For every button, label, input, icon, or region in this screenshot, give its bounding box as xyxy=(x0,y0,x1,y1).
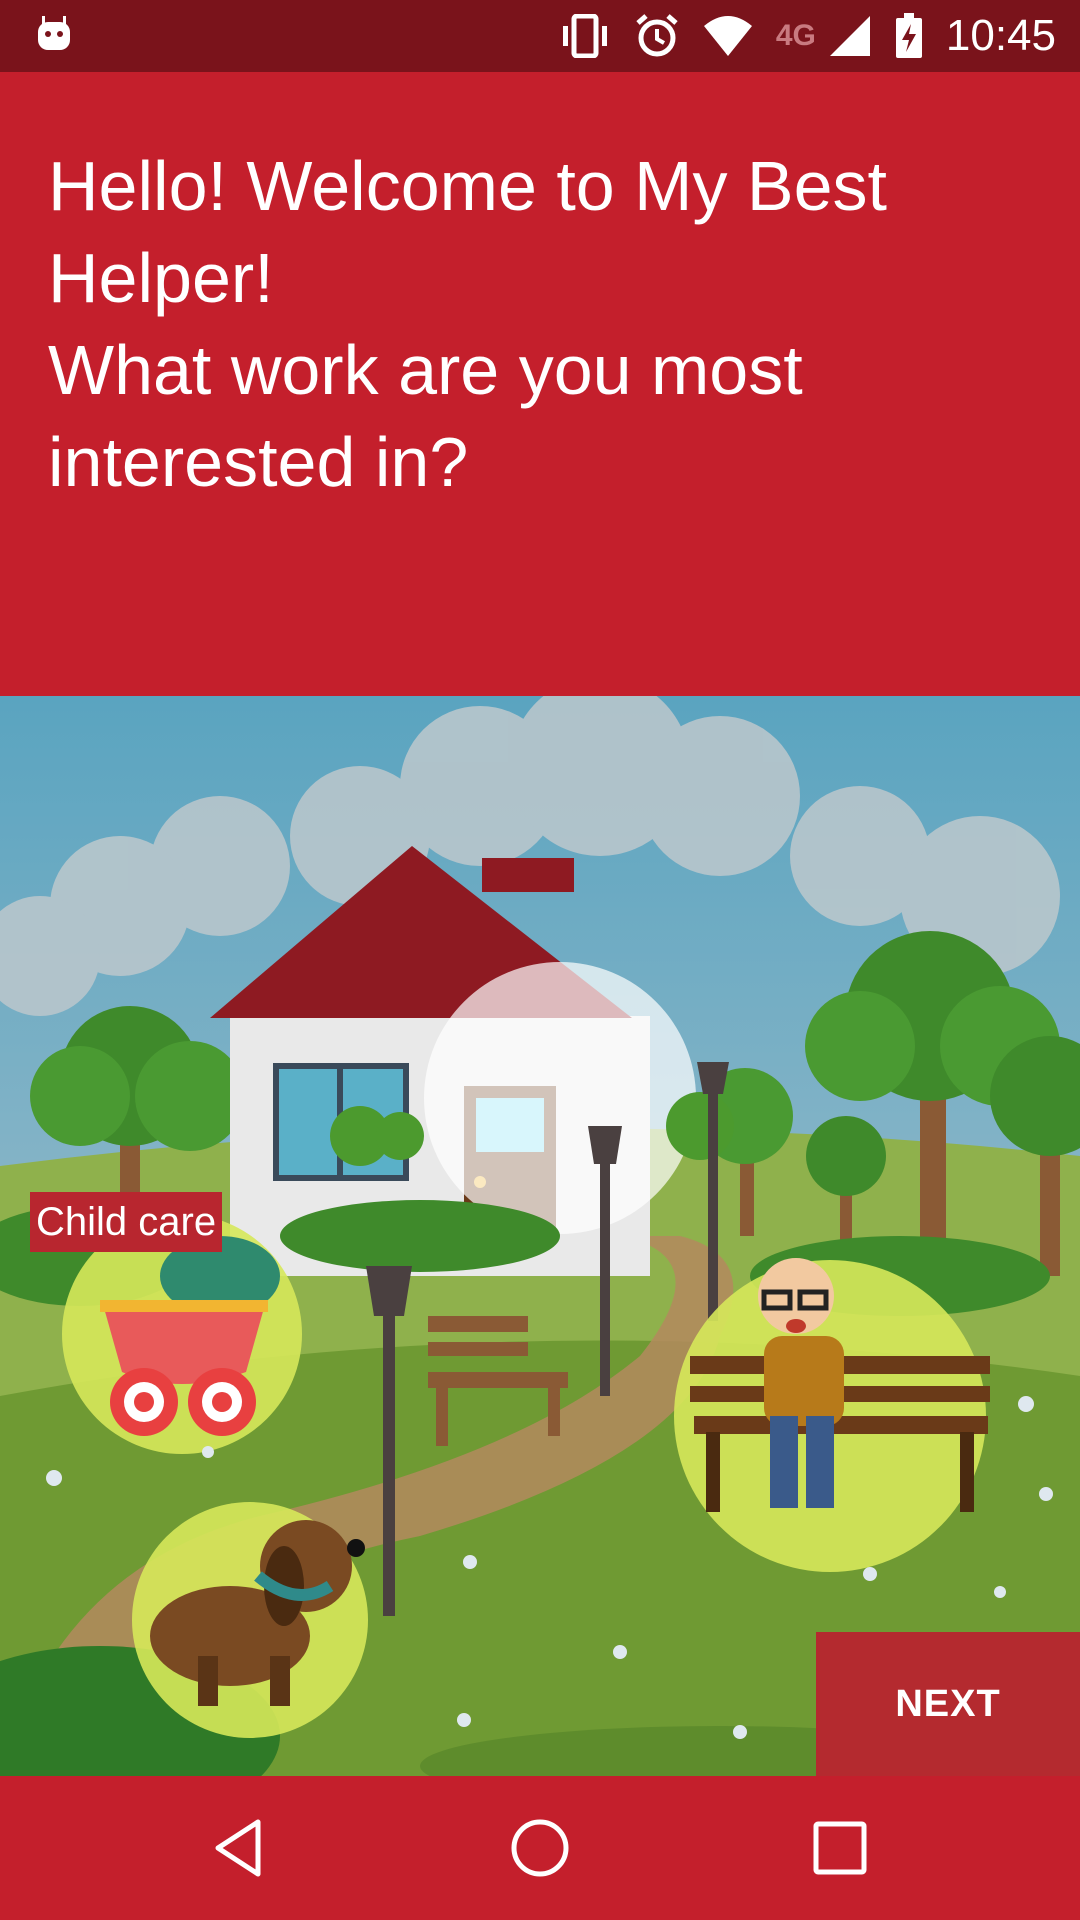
home-icon[interactable] xyxy=(508,1816,572,1880)
signal-icon xyxy=(829,16,870,56)
child-care-label[interactable]: Child care xyxy=(30,1192,223,1252)
battery-charging-icon xyxy=(895,13,922,58)
welcome-question: Hello! Welcome to My Best Helper! What w… xyxy=(48,140,1048,508)
android-notification-icon xyxy=(38,16,70,50)
navigation-bar xyxy=(0,1776,1080,1920)
wifi-icon xyxy=(703,16,752,56)
title-line-1: Hello! Welcome to My Best xyxy=(48,147,887,225)
clock: 10:45 xyxy=(945,11,1056,60)
title-line-4: interested in? xyxy=(48,423,469,501)
back-icon[interactable] xyxy=(208,1816,272,1880)
alarm-icon xyxy=(636,14,678,57)
recents-icon[interactable] xyxy=(808,1816,872,1880)
next-button[interactable]: NEXT xyxy=(816,1632,1080,1776)
vibrate-icon xyxy=(562,14,607,58)
title-line-2: Helper! xyxy=(48,239,274,317)
title-line-3: What work are you most xyxy=(48,331,803,409)
network-type: 4G xyxy=(775,19,816,52)
status-bar: 4G 10:45 xyxy=(0,0,1080,72)
